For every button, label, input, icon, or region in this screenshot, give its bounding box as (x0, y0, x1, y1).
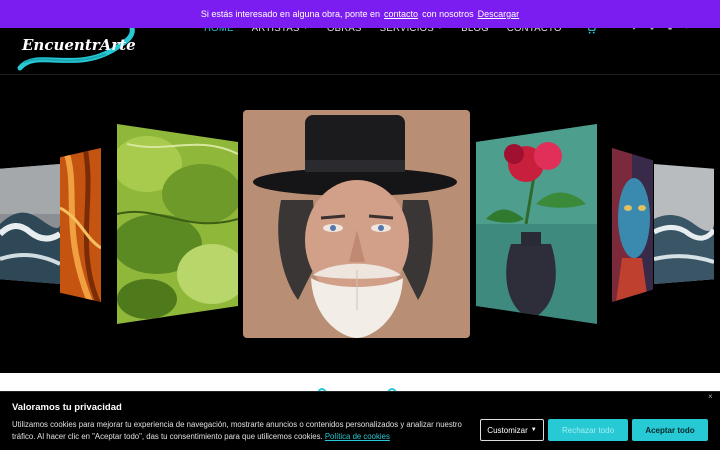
logo-text: EncuentrArte (21, 36, 136, 54)
content-section-top (0, 373, 720, 393)
contact-link[interactable]: contacto (384, 9, 418, 19)
customize-button[interactable]: Customizar ▼ (480, 419, 544, 441)
announcement-bar: Si estás interesado en alguna obra, pont… (0, 0, 720, 28)
announcement-text: Si estás interesado en alguna obra, pont… (200, 9, 381, 19)
announcement-text-middle: con nosotros (422, 9, 474, 19)
slide-colorful-face[interactable] (612, 148, 653, 302)
close-icon[interactable]: × (708, 392, 713, 401)
slide-portrait-top-hat[interactable] (243, 110, 470, 338)
customize-label: Customizar (487, 425, 528, 435)
caret-down-icon: ▼ (530, 427, 537, 433)
slide-orange-abstract[interactable] (60, 148, 101, 302)
download-link[interactable]: Descargar (478, 9, 520, 19)
slide-red-flower-vase[interactable] (476, 124, 597, 324)
page: Si estás interesado en alguna obra, pont… (0, 0, 720, 450)
cookie-description: Utilizamos cookies para mejorar tu exper… (12, 419, 478, 443)
artwork-carousel[interactable] (0, 76, 720, 373)
site-header: EncuentrArte HOME ARTISTAS ▼ OBRAS SERVI… (0, 23, 720, 75)
slide-sea-waves[interactable] (0, 164, 60, 284)
slide-green-ink[interactable] (117, 124, 238, 324)
cookie-policy-link[interactable]: Política de cookies (325, 432, 390, 441)
accept-all-button[interactable]: Aceptar todo (632, 419, 708, 441)
cookie-body: Utilizamos cookies para mejorar tu exper… (12, 420, 462, 441)
slide-stormy-sea[interactable] (654, 164, 714, 284)
reject-all-button[interactable]: Rechazar todo (548, 419, 628, 441)
cookie-banner: × Valoramos tu privacidad Utilizamos coo… (0, 391, 720, 450)
cookie-title: Valoramos tu privacidad (12, 402, 122, 413)
